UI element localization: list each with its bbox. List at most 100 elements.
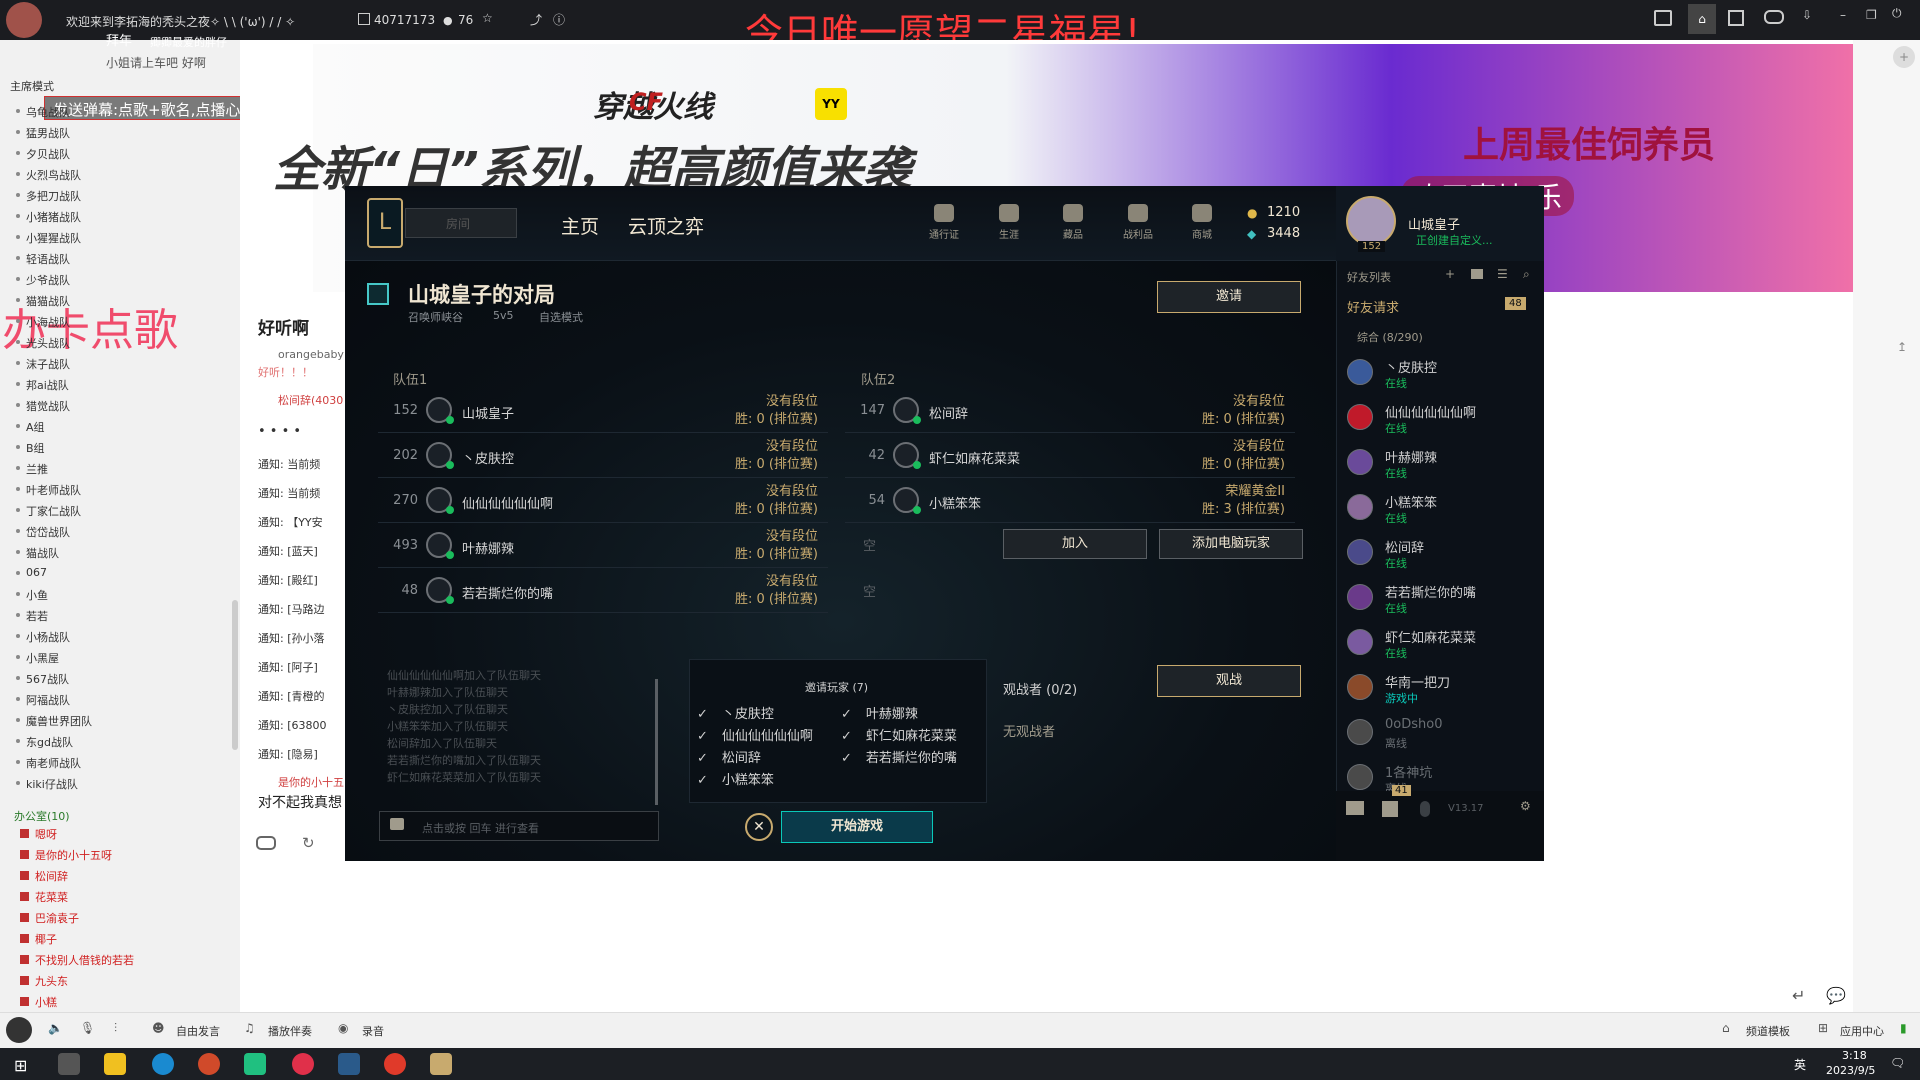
player-slot[interactable]: 54 小糕笨笨 荣耀黄金II 胜: 3 (排位赛)	[845, 479, 1295, 523]
chat-user[interactable]: 松间辞(4030	[278, 392, 343, 408]
channel-item[interactable]: 猫猫战队	[16, 293, 70, 309]
channel-item[interactable]: 魔兽世界团队	[16, 713, 92, 729]
channel-item[interactable]: 叶老师战队	[16, 482, 81, 498]
channel-item[interactable]: 猫战队	[16, 545, 59, 561]
speaker-icon[interactable]: 🔈	[48, 1021, 63, 1035]
player-slot[interactable]: 147 松间辞 没有段位 胜: 0 (排位赛)	[845, 389, 1295, 433]
mixer-icon[interactable]: ⫶	[114, 1021, 117, 1036]
collapse-icon[interactable]: ↥	[1897, 340, 1907, 354]
app-center-icon[interactable]: ⊞	[1818, 1021, 1828, 1035]
friend-item[interactable]: 丶皮肤控 在线	[1347, 353, 1537, 397]
room-search[interactable]: 房间	[405, 208, 517, 238]
channel-item[interactable]: kiki仔战队	[16, 776, 78, 792]
chat-scrollbar[interactable]	[655, 679, 658, 805]
free-speak-icon[interactable]: ☻	[152, 1021, 165, 1035]
user-list-item[interactable]: 小糕	[20, 994, 57, 1010]
taskbar-app-icon[interactable]	[152, 1053, 174, 1075]
player-slot[interactable]: 493 叶赫娜辣 没有段位 胜: 0 (排位赛)	[378, 524, 828, 568]
lobby-chat-input[interactable]: 点击或按 回车 进行查看	[379, 811, 659, 841]
chat-user[interactable]: 是你的小十五	[278, 774, 344, 790]
music-icon[interactable]: ♫	[244, 1021, 255, 1035]
close-icon[interactable]: ⏻	[1892, 6, 1902, 21]
player-slot[interactable]: 202 丶皮肤控 没有段位 胜: 0 (排位赛)	[378, 434, 828, 478]
friend-item[interactable]: 仙仙仙仙仙仙啊 在线	[1347, 398, 1537, 442]
player-slot[interactable]: 152 山城皇子 没有段位 胜: 0 (排位赛)	[378, 389, 828, 433]
mic-icon[interactable]	[1420, 801, 1430, 817]
mode-select[interactable]: 主席模式	[10, 78, 54, 94]
channel-item[interactable]: 小海战队	[16, 314, 70, 330]
invite-button[interactable]: 邀请	[1157, 281, 1301, 313]
friend-item[interactable]: 若若撕烂你的嘴 在线	[1347, 578, 1537, 622]
video-icon[interactable]	[1654, 10, 1672, 26]
record-icon[interactable]: ◉	[338, 1021, 348, 1035]
clock-date[interactable]: 2023/9/5	[1826, 1064, 1875, 1077]
download-icon[interactable]: ⇩	[1802, 8, 1812, 22]
friend-item[interactable]: 松间辞 在线	[1347, 533, 1537, 577]
clock-time[interactable]: 3:18	[1842, 1049, 1867, 1062]
user-list-item[interactable]: 九头东	[20, 973, 68, 989]
user-list-item[interactable]: 巴渝袁子	[20, 910, 79, 926]
user-list-item[interactable]: 嗯呀	[20, 826, 57, 842]
user-list-item[interactable]: 是你的小十五呀	[20, 847, 112, 863]
cancel-lobby-button[interactable]: ✕	[745, 813, 773, 841]
channel-item[interactable]: 轻语战队	[16, 251, 70, 267]
ime-label[interactable]: 英	[1794, 1056, 1806, 1073]
restore-icon[interactable]: ❐	[1866, 8, 1877, 22]
friend-requests[interactable]: 好友请求	[1347, 297, 1399, 316]
channel-item[interactable]: 567战队	[16, 671, 69, 687]
channel-item[interactable]: B组	[16, 440, 45, 456]
channel-template-label[interactable]: 频道模板	[1746, 1023, 1790, 1039]
join-button[interactable]: 加入	[1003, 529, 1147, 559]
reply-icon[interactable]: ↵	[1792, 986, 1805, 1005]
profile-button[interactable]: 生涯	[980, 204, 1038, 241]
taskbar-app-icon[interactable]	[244, 1053, 266, 1075]
taskbar-app-icon[interactable]	[338, 1053, 360, 1075]
channel-item[interactable]: 若若	[16, 608, 48, 624]
player-slot[interactable]: 270 仙仙仙仙仙仙啊 没有段位 胜: 0 (排位赛)	[378, 479, 828, 523]
windows-start-icon[interactable]: ⊞	[14, 1056, 27, 1075]
channel-item[interactable]: 光头战队	[16, 335, 70, 351]
collection-button[interactable]: 藏品	[1044, 204, 1102, 241]
friend-item[interactable]: 0oDsho0 离线	[1347, 713, 1537, 757]
play-accompany-label[interactable]: 播放伴奏	[268, 1023, 312, 1039]
share-icon[interactable]: ⤴	[530, 11, 542, 28]
loot-button[interactable]: 战利品	[1109, 204, 1167, 241]
friend-item[interactable]: 叶赫娜辣 在线	[1347, 443, 1537, 487]
chat-bubble-icon[interactable]: 💬	[1826, 986, 1846, 1005]
template-icon[interactable]: ⌂	[1722, 1021, 1730, 1035]
player-slot[interactable]: 42 虾仁如麻花菜菜 没有段位 胜: 0 (排位赛)	[845, 434, 1295, 478]
channel-item[interactable]: 邦ai战队	[16, 377, 69, 393]
microphone-icon[interactable]: 🎙	[80, 1021, 95, 1035]
gamepad-icon[interactable]	[1764, 10, 1784, 24]
user-list-item[interactable]: 椰子	[20, 931, 57, 947]
profile-header[interactable]: 152 山城皇子 正创建自定义...	[1336, 186, 1544, 261]
channel-item[interactable]: 小猩猩战队	[16, 230, 81, 246]
nav-tft[interactable]: 云顶之弈	[628, 212, 704, 239]
taskbar-app-icon[interactable]	[58, 1053, 80, 1075]
settings-icon[interactable]: ⚙	[1520, 799, 1531, 813]
spectate-button[interactable]: 观战	[1157, 665, 1301, 697]
chat-user[interactable]: orangebaby	[278, 348, 344, 361]
channel-item[interactable]: 小杨战队	[16, 629, 70, 645]
star-icon[interactable]: ☆	[482, 11, 493, 25]
friend-item[interactable]: 虾仁如麻花菜菜 在线	[1347, 623, 1537, 667]
channel-item[interactable]: 阿福战队	[16, 692, 70, 708]
channel-item[interactable]: 猎觉战队	[16, 398, 70, 414]
channel-item[interactable]: 东gd战队	[16, 734, 73, 750]
pass-button[interactable]: 通行证	[915, 204, 973, 241]
reload-icon[interactable]: ↻	[302, 834, 315, 852]
grid-icon[interactable]	[1728, 10, 1744, 26]
channel-item[interactable]: 兰推	[16, 461, 48, 477]
nav-home[interactable]: 主页	[561, 212, 599, 239]
home-icon[interactable]: ⌂	[1688, 4, 1716, 34]
controller-icon[interactable]	[256, 836, 276, 850]
free-speak-label[interactable]: 自由发言	[176, 1023, 220, 1039]
list-icon[interactable]: ☰	[1497, 267, 1508, 281]
add-friend-icon[interactable]: +	[1445, 267, 1455, 281]
taskbar-app-icon[interactable]	[104, 1053, 126, 1075]
taskbar-app-icon[interactable]	[292, 1053, 314, 1075]
user-list-item[interactable]: 花菜菜	[20, 889, 68, 905]
friend-item[interactable]: 华南一把刀 游戏中	[1347, 668, 1537, 712]
channel-item[interactable]: 小鱼	[16, 587, 48, 603]
lol-logo[interactable]: L	[367, 198, 403, 248]
